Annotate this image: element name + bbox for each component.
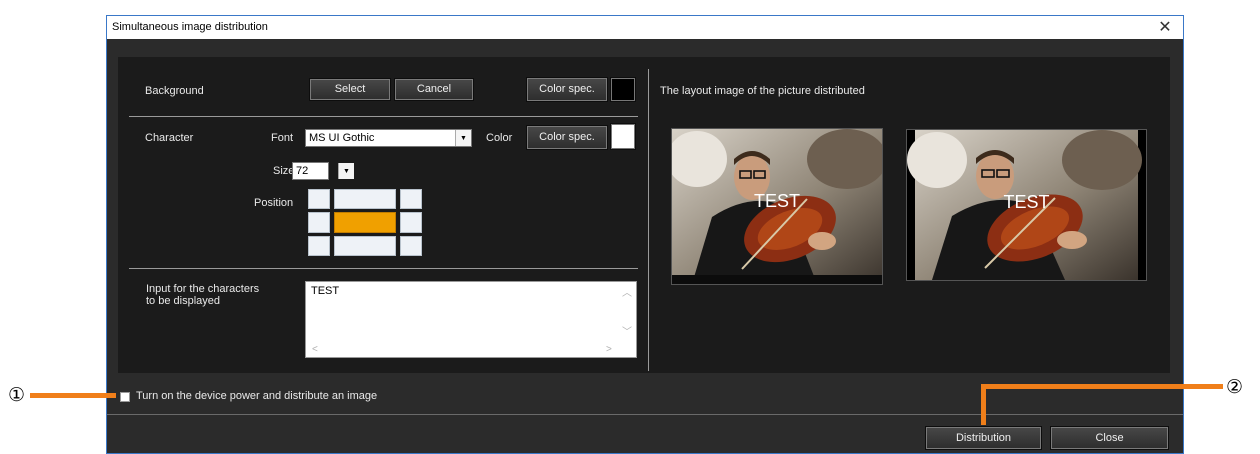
callout-2-marker: ②	[1226, 377, 1244, 398]
characters-textarea-value: TEST	[311, 285, 340, 297]
device-power-label: Turn on the device power and distribute …	[136, 390, 378, 402]
footer-divider	[107, 414, 1183, 415]
section-divider	[129, 116, 638, 117]
callout-1-marker: ①	[8, 385, 26, 406]
window-title: Simultaneous image distribution	[112, 21, 268, 33]
character-color-swatch[interactable]	[611, 124, 635, 149]
close-icon[interactable]: ✕	[1152, 16, 1178, 39]
scroll-down-icon[interactable]: ﹀	[622, 328, 632, 338]
close-button[interactable]: Close	[1051, 427, 1168, 449]
callout-1-line	[30, 393, 116, 398]
background-cancel-button[interactable]: Cancel	[395, 79, 473, 100]
scroll-right-icon[interactable]: >	[606, 345, 612, 355]
font-select[interactable]: MS UI Gothic	[305, 129, 472, 147]
position-label: Position	[254, 197, 294, 209]
position-bottom-center[interactable]	[334, 236, 396, 256]
character-label: Character	[145, 132, 194, 144]
chevron-down-icon[interactable]: ▼	[338, 163, 354, 179]
layout-preview-text-alt: TEST	[1003, 192, 1050, 212]
callout-2-line-vertical	[981, 384, 986, 425]
characters-textarea[interactable]	[305, 281, 637, 358]
position-bottom-left[interactable]	[308, 236, 330, 256]
panel-divider	[648, 69, 649, 371]
color-label: Color	[486, 132, 513, 144]
scroll-left-icon[interactable]: <	[312, 345, 318, 355]
background-select-button[interactable]: Select	[310, 79, 390, 100]
scroll-up-icon[interactable]: ︿	[622, 289, 632, 299]
position-bottom-right[interactable]	[400, 236, 422, 256]
device-power-checkbox[interactable]	[120, 392, 130, 402]
size-select-value: 72	[296, 165, 309, 177]
position-top-right[interactable]	[400, 189, 422, 209]
layout-preview-image: TEST	[671, 128, 883, 285]
position-middle-center[interactable]	[334, 212, 396, 233]
background-label: Background	[145, 85, 204, 97]
section-divider	[129, 268, 638, 269]
chevron-down-icon[interactable]: ▼	[455, 130, 471, 146]
input-label-line2: to be displayed	[146, 295, 220, 307]
input-label-line1: Input for the characters	[146, 283, 260, 295]
font-label: Font	[271, 132, 294, 144]
font-select-value: MS UI Gothic	[309, 132, 375, 144]
input-label: Input for the characters to be displayed	[146, 283, 259, 307]
callout-2-line	[981, 384, 1223, 389]
title-bar[interactable]	[107, 16, 1183, 39]
layout-preview-image-alt: TEST	[906, 129, 1147, 281]
position-middle-right[interactable]	[400, 212, 422, 233]
position-middle-left[interactable]	[308, 212, 330, 233]
layout-preview-text: TEST	[753, 191, 800, 211]
layout-label: The layout image of the picture distribu…	[660, 85, 865, 97]
distribution-button[interactable]: Distribution	[926, 427, 1041, 449]
background-color-swatch[interactable]	[611, 78, 635, 101]
position-top-center[interactable]	[334, 189, 396, 209]
size-select[interactable]: 72	[292, 162, 329, 180]
character-color-spec-button[interactable]: Color spec.	[527, 126, 607, 149]
position-top-left[interactable]	[308, 189, 330, 209]
background-color-spec-button[interactable]: Color spec.	[527, 78, 607, 101]
